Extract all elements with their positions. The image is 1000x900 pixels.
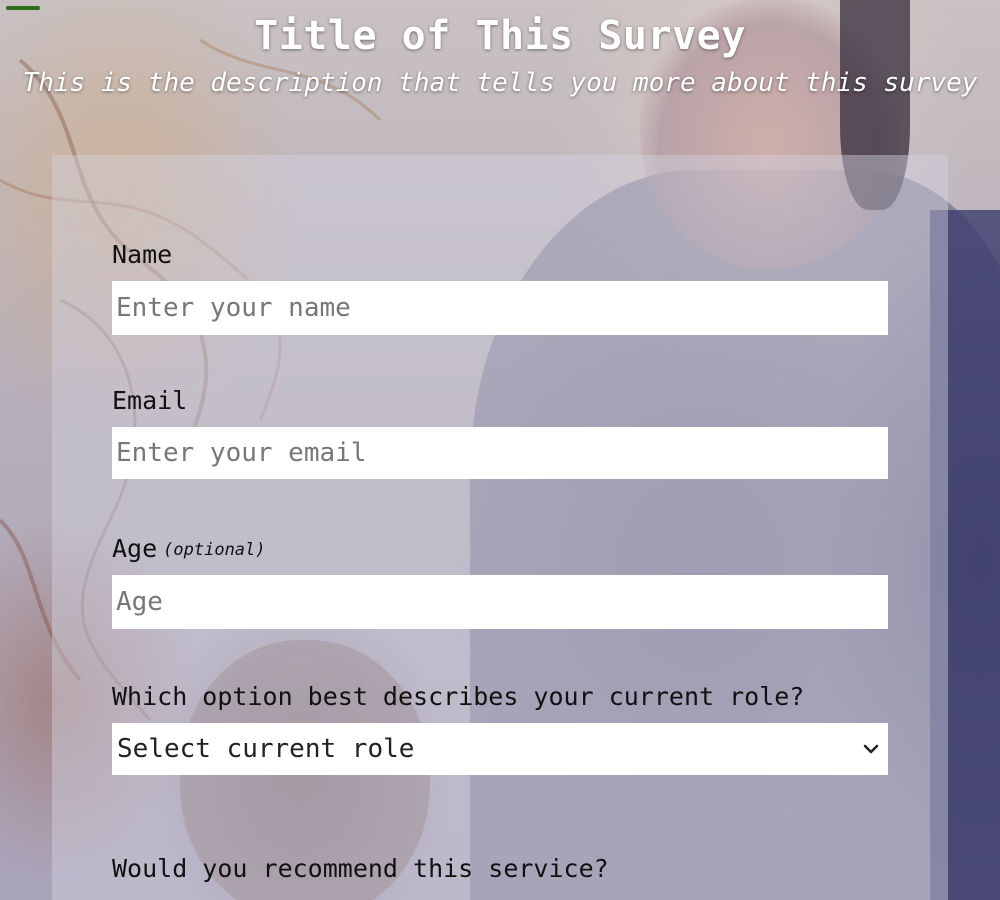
chevron-down-icon [863,744,879,754]
age-input[interactable] [112,575,888,629]
role-field-group: Which option best describes your current… [112,681,888,775]
age-field-group: Age (optional) [112,533,888,629]
email-field-group: Email [112,385,888,479]
age-label: Age [112,534,158,563]
email-label: Email [112,386,188,415]
name-input[interactable] [112,281,888,335]
role-select[interactable]: Select current role [112,723,888,775]
recommend-field-group: Would you recommend this service? [112,853,888,885]
survey-form: Name Email Age(optional) Which option be… [52,155,948,900]
name-label: Name [112,240,173,269]
name-field-group: Name [112,239,888,335]
role-select-value: Select current role [117,734,415,764]
survey-header: Title of This Survey This is the descrip… [0,0,1000,102]
role-label: Which option best describes your current… [112,682,805,711]
page-title: Title of This Survey [254,13,746,59]
email-input[interactable] [112,427,888,479]
page-description: This is the description that tells you m… [22,68,978,98]
recommend-label: Would you recommend this service? [112,854,609,883]
age-optional-note: (optional) [163,540,266,560]
age-label-row: Age (optional) [112,533,888,565]
